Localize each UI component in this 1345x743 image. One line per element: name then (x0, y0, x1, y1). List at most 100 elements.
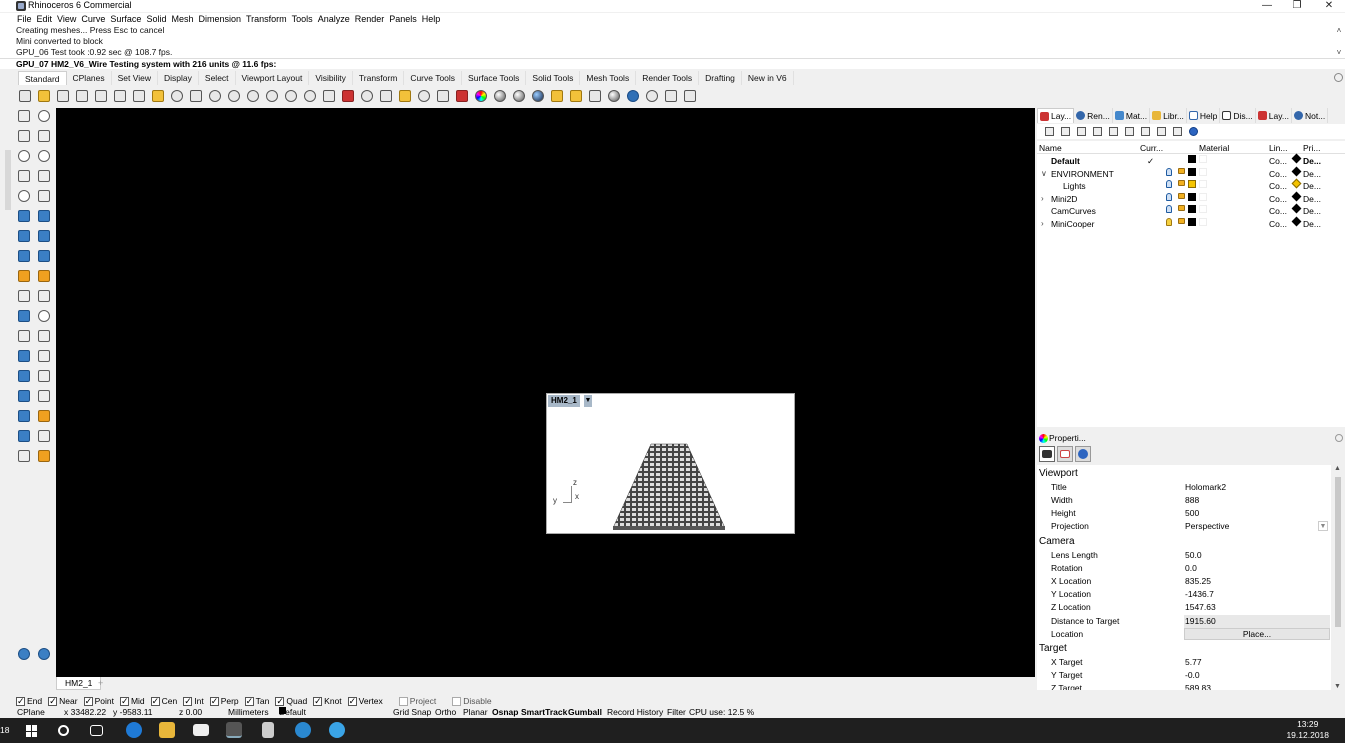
minimize-button[interactable]: — (1252, 0, 1282, 12)
layer-name[interactable]: ENVIRONMENT (1051, 168, 1114, 180)
command-prompt[interactable]: GPU_07 HM2_V6_Wire Testing system with 2… (0, 58, 1345, 69)
layer-row[interactable]: CamCurves Co... De... (1037, 203, 1345, 217)
viewport-area[interactable]: HM2_1 ▼ z x y (56, 108, 1035, 677)
material-swatch[interactable] (1199, 192, 1207, 201)
scroll-down-icon[interactable]: ▼ (1334, 683, 1341, 690)
layer-color-swatch[interactable] (1188, 192, 1196, 201)
layer-row[interactable]: Default ✓ Co... De... (1037, 153, 1345, 167)
column-print[interactable]: Pri... (1303, 143, 1320, 153)
block-icon[interactable] (16, 388, 32, 404)
check-icon[interactable] (36, 428, 52, 444)
explode-icon[interactable] (36, 268, 52, 284)
property-value[interactable]: 0.0 (1185, 562, 1197, 575)
checkbox[interactable] (275, 696, 285, 706)
selection-icon[interactable] (662, 88, 680, 104)
print-color-icon[interactable] (1291, 191, 1302, 202)
menu-render[interactable]: Render (355, 13, 390, 25)
osnap-project[interactable]: Project (398, 695, 436, 707)
property-value[interactable]: 500 (1185, 507, 1199, 520)
print-width-value[interactable]: De... (1303, 218, 1321, 230)
property-value[interactable]: Perspective (1185, 520, 1229, 533)
extrude-surface-icon[interactable] (36, 208, 52, 224)
osnap-disable[interactable]: Disable (452, 695, 492, 707)
tab-set-view[interactable]: Set View (112, 71, 159, 85)
app-icon-blue[interactable] (295, 722, 311, 738)
4-views-icon[interactable] (320, 88, 338, 104)
menu-curve[interactable]: Curve (81, 13, 110, 25)
properties-scrollbar[interactable]: ▲ ▼ (1333, 465, 1343, 690)
gumball-icon[interactable] (36, 408, 52, 424)
column-linetype[interactable]: Lin... (1269, 143, 1287, 153)
material-swatch[interactable] (1199, 155, 1207, 163)
camera-icon[interactable] (1039, 446, 1055, 462)
point-icon[interactable] (36, 108, 52, 124)
fillet-edge-icon[interactable] (16, 328, 32, 344)
print-icon[interactable] (73, 88, 91, 104)
tab-standard[interactable]: Standard (18, 71, 67, 85)
zoom-window-icon[interactable] (244, 88, 262, 104)
delete-layer-icon[interactable] (1073, 124, 1089, 138)
osnap-perp[interactable]: Perp (209, 695, 239, 707)
car-icon[interactable] (339, 88, 357, 104)
osnap-mid[interactable]: Mid (119, 695, 145, 707)
render-object-icon[interactable] (16, 448, 32, 464)
bulb-icon[interactable] (1166, 218, 1172, 226)
tab-help[interactable]: Help (1187, 108, 1221, 123)
polygon-icon[interactable] (16, 168, 32, 184)
split-icon[interactable] (36, 288, 52, 304)
new-viewport-icon[interactable] (92, 88, 110, 104)
tab-visibility[interactable]: Visibility (309, 71, 353, 85)
color-wheel-icon[interactable] (472, 88, 490, 104)
add-viewport-tab-button[interactable]: + (98, 678, 103, 688)
analyze-icon[interactable] (16, 428, 32, 444)
ellipse-icon[interactable] (36, 148, 52, 164)
gear-icon[interactable] (1334, 73, 1343, 82)
new-sublayer-icon[interactable] (1057, 124, 1073, 138)
property-value[interactable]: 888 (1185, 494, 1199, 507)
linetype-value[interactable]: Co... (1269, 218, 1287, 230)
windows-start-icon[interactable] (26, 725, 38, 737)
rectangle-icon[interactable] (36, 168, 52, 184)
calculator-icon[interactable] (262, 722, 274, 738)
bulb-icon[interactable] (1166, 192, 1172, 201)
bulb-icon[interactable] (1166, 205, 1172, 214)
floating-viewport[interactable]: HM2_1 ▼ z x y (546, 393, 795, 534)
bulb-icon[interactable] (1166, 167, 1172, 176)
print-color-icon[interactable] (1291, 216, 1302, 227)
light-tool-icon[interactable] (16, 268, 32, 284)
ortho-toggle[interactable]: Ortho (435, 707, 456, 718)
checkbox[interactable] (313, 696, 323, 706)
osnap-toggle[interactable]: Osnap (492, 707, 518, 718)
lock-icon[interactable] (1178, 192, 1185, 199)
environment-icon[interactable] (605, 88, 623, 104)
render-icon[interactable] (510, 88, 528, 104)
scroll-thumb[interactable] (1335, 477, 1341, 627)
left-dock-handle[interactable] (5, 150, 11, 210)
checkbox[interactable] (244, 696, 254, 706)
rhino-taskbar-icon[interactable] (226, 722, 242, 738)
app-icon-w[interactable] (329, 722, 345, 738)
osnap-tan[interactable]: Tan (244, 695, 269, 707)
print-width-value[interactable]: De... (1303, 180, 1321, 192)
move-parent-icon[interactable] (1121, 124, 1137, 138)
rotate-icon[interactable] (301, 88, 319, 104)
tab-curve-tools[interactable]: Curve Tools (404, 71, 463, 85)
filter-icon[interactable] (1137, 124, 1153, 138)
layer-row[interactable]: › MiniCooper Co... De... (1037, 216, 1345, 230)
new-layer-icon[interactable] (1041, 124, 1057, 138)
menu-file[interactable]: File (17, 13, 37, 25)
expand-toggle[interactable]: › (1041, 193, 1044, 205)
copy-icon[interactable] (130, 88, 148, 104)
checkbox[interactable] (150, 696, 160, 706)
sphere-icon[interactable] (358, 88, 376, 104)
osnap-near[interactable]: Near (48, 695, 78, 707)
menu-tools[interactable]: Tools (292, 13, 318, 25)
blue-sphere-icon[interactable] (529, 88, 547, 104)
osnap-cen[interactable]: Cen (150, 695, 177, 707)
tab-display[interactable]: Display (158, 71, 199, 85)
print-width-value[interactable]: De... (1303, 155, 1321, 167)
linetype-value[interactable]: Co... (1269, 168, 1287, 180)
property-value[interactable]: -1436.7 (1185, 588, 1214, 601)
new-file-icon[interactable] (16, 88, 34, 104)
paste-icon[interactable] (149, 88, 167, 104)
